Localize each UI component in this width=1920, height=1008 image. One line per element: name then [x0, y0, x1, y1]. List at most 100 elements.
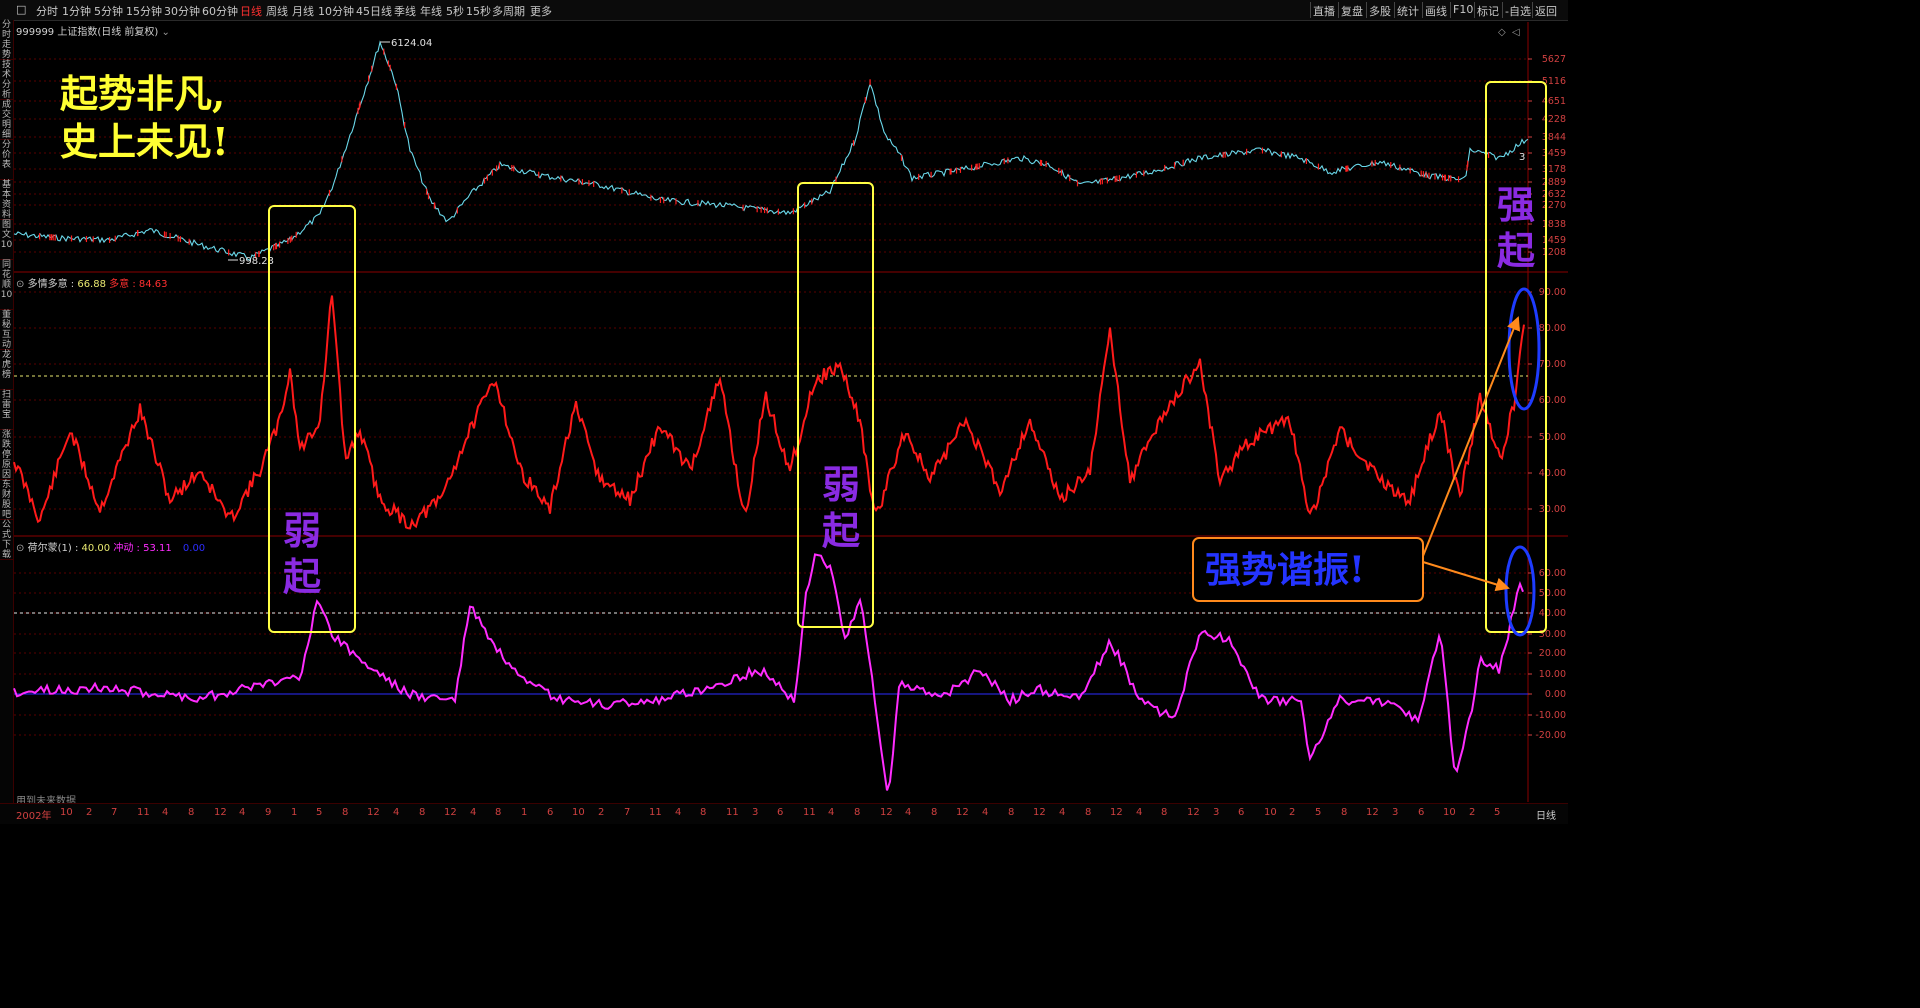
- price-series-line: [13, 40, 1529, 261]
- y-tick-label: 90.00: [1539, 287, 1566, 298]
- y-tick-label: 10.00: [1539, 669, 1566, 680]
- date-axis-label: 7: [624, 807, 631, 818]
- date-axis-label: 1: [521, 807, 528, 818]
- y-tick-label: -20.00: [1535, 730, 1566, 741]
- date-axis-label: 8: [931, 807, 938, 818]
- date-axis-label: 11: [803, 807, 816, 818]
- indicator-toggle-icon[interactable]: ⊙: [16, 279, 24, 290]
- date-axis-label: 2: [86, 807, 93, 818]
- date-axis-label: 10: [1443, 807, 1456, 818]
- date-axis-label: 8: [854, 807, 861, 818]
- y-tick-label: 80.00: [1539, 323, 1566, 334]
- date-axis-label: 11: [649, 807, 662, 818]
- date-axis-label: 11: [726, 807, 739, 818]
- date-axis-label: 8: [419, 807, 426, 818]
- resonance-arrow-right: [1422, 561, 1510, 592]
- date-axis-label: 6: [777, 807, 784, 818]
- chevron-down-icon[interactable]: ⌄: [162, 27, 170, 38]
- y-tick-label: 5627: [1542, 54, 1566, 65]
- indicator1-legend: ⊙ 多情多意 : 66.88 多意 : 84.63: [16, 279, 168, 290]
- date-axis-label: 7: [111, 807, 118, 818]
- strong-rise-ellipse-top: [1507, 287, 1541, 411]
- date-axis-label: 4: [1059, 807, 1066, 818]
- weak-rise-label-1: 弱起: [283, 508, 322, 599]
- date-axis-label: 6: [1418, 807, 1425, 818]
- date-axis-label: 2: [598, 807, 605, 818]
- indicator1-label2: 多意: [109, 279, 130, 290]
- y-tick-label: 40.00: [1539, 468, 1566, 479]
- date-axis-label: 2: [1469, 807, 1476, 818]
- y-tick-label: 20.00: [1539, 648, 1566, 659]
- date-axis-label: 6: [1238, 807, 1245, 818]
- headline-annotation: 起势非凡, 史上未见!: [60, 70, 229, 166]
- date-axis-label: 10: [572, 807, 585, 818]
- date-axis-label: 9: [265, 807, 272, 818]
- indicator1-series-line: [13, 295, 1525, 530]
- period-indicator: 日线: [1536, 811, 1556, 822]
- date-axis-label: 8: [1085, 807, 1092, 818]
- strong-rise-ellipse-bottom: [1504, 545, 1536, 637]
- date-axis-label: 8: [1341, 807, 1348, 818]
- date-axis-label: 6: [547, 807, 554, 818]
- resonance-arrow-up: [1422, 316, 1521, 557]
- date-axis-label: 4: [905, 807, 912, 818]
- date-axis-bar: 2002年 10 2 7 11 4 8 12 4 9 1 5 8 12 4 8 12 4 8 1 6 10 2 7 11 4 8 11…: [0, 803, 1568, 824]
- collapse-arrow-icon[interactable]: ◇: [1498, 27, 1506, 38]
- headline-line2: 史上未见!: [60, 119, 229, 164]
- y-tick-label: 30.00: [1539, 504, 1566, 515]
- date-axis-label: 5: [1315, 807, 1322, 818]
- date-axis-label: 3: [1392, 807, 1399, 818]
- date-axis-label: 4: [162, 807, 169, 818]
- date-axis-label: 12: [880, 807, 893, 818]
- date-axis-label: 12: [367, 807, 380, 818]
- date-axis-label: 8: [1008, 807, 1015, 818]
- indicator2-value1: 40.00: [81, 543, 111, 554]
- date-axis-label: 5: [316, 807, 323, 818]
- date-axis-label: 12: [1187, 807, 1200, 818]
- date-axis-label: 11: [137, 807, 150, 818]
- date-axis-label: 1: [291, 807, 298, 818]
- y-tick-label: 40.00: [1539, 608, 1566, 619]
- y-tick-label: 30.00: [1539, 629, 1566, 640]
- date-axis-label: 8: [1161, 807, 1168, 818]
- y-tick-label: 60.00: [1539, 568, 1566, 579]
- indicator2-name: 荷尔蒙(1): [27, 543, 72, 554]
- date-axis-label: 12: [1033, 807, 1046, 818]
- chart-area: 6124.04 998.23 3 56275116465142283844345…: [13, 22, 1568, 802]
- date-axis-label: 8: [495, 807, 502, 818]
- date-axis-label: 3: [1213, 807, 1220, 818]
- date-axis-label: 8: [188, 807, 195, 818]
- indicator2-value3: 0.00: [182, 543, 206, 554]
- date-axis-label: 12: [214, 807, 227, 818]
- y-tick-label: -10.00: [1535, 710, 1566, 721]
- date-axis-label: 4: [982, 807, 989, 818]
- weak-rise-label-2: 弱起: [822, 462, 861, 553]
- expand-arrow-icon[interactable]: ◁: [1512, 27, 1520, 38]
- date-axis-label: 12: [956, 807, 969, 818]
- date-axis-label: 5: [1494, 807, 1501, 818]
- date-axis-label: 4: [239, 807, 246, 818]
- y-tick-label: 50.00: [1539, 432, 1566, 443]
- date-axis-label: 12: [444, 807, 457, 818]
- date-axis-label: 12: [1366, 807, 1379, 818]
- indicator-toggle-icon[interactable]: ⊙: [16, 543, 24, 554]
- date-axis-label: 8: [342, 807, 349, 818]
- y-tick-label: 50.00: [1539, 588, 1566, 599]
- last-price-partial: 3: [1519, 152, 1525, 163]
- y-tick-label: 60.00: [1539, 395, 1566, 406]
- y-tick-label: 70.00: [1539, 359, 1566, 370]
- main-grid: [14, 58, 1528, 253]
- date-axis-label: 4: [828, 807, 835, 818]
- headline-line1: 起势非凡,: [60, 71, 226, 116]
- date-axis-label: 4: [675, 807, 682, 818]
- indicator1-value2: 84.63: [138, 279, 168, 290]
- resonance-label: 强势谐振!: [1205, 549, 1365, 591]
- date-axis-label: 4: [393, 807, 400, 818]
- main-chart-title: 999999 上证指数(日线 前复权) ⌄: [16, 23, 170, 38]
- date-axis-label: 4: [470, 807, 477, 818]
- date-axis-label: 3: [752, 807, 759, 818]
- indicator2-label2: 冲动: [113, 543, 134, 554]
- indicator2-legend: ⊙ 荷尔蒙(1) : 40.00 冲动 : 53.11 0.00: [16, 543, 206, 554]
- date-axis-label: 4: [1136, 807, 1143, 818]
- strong-rise-label: 强起: [1497, 182, 1536, 273]
